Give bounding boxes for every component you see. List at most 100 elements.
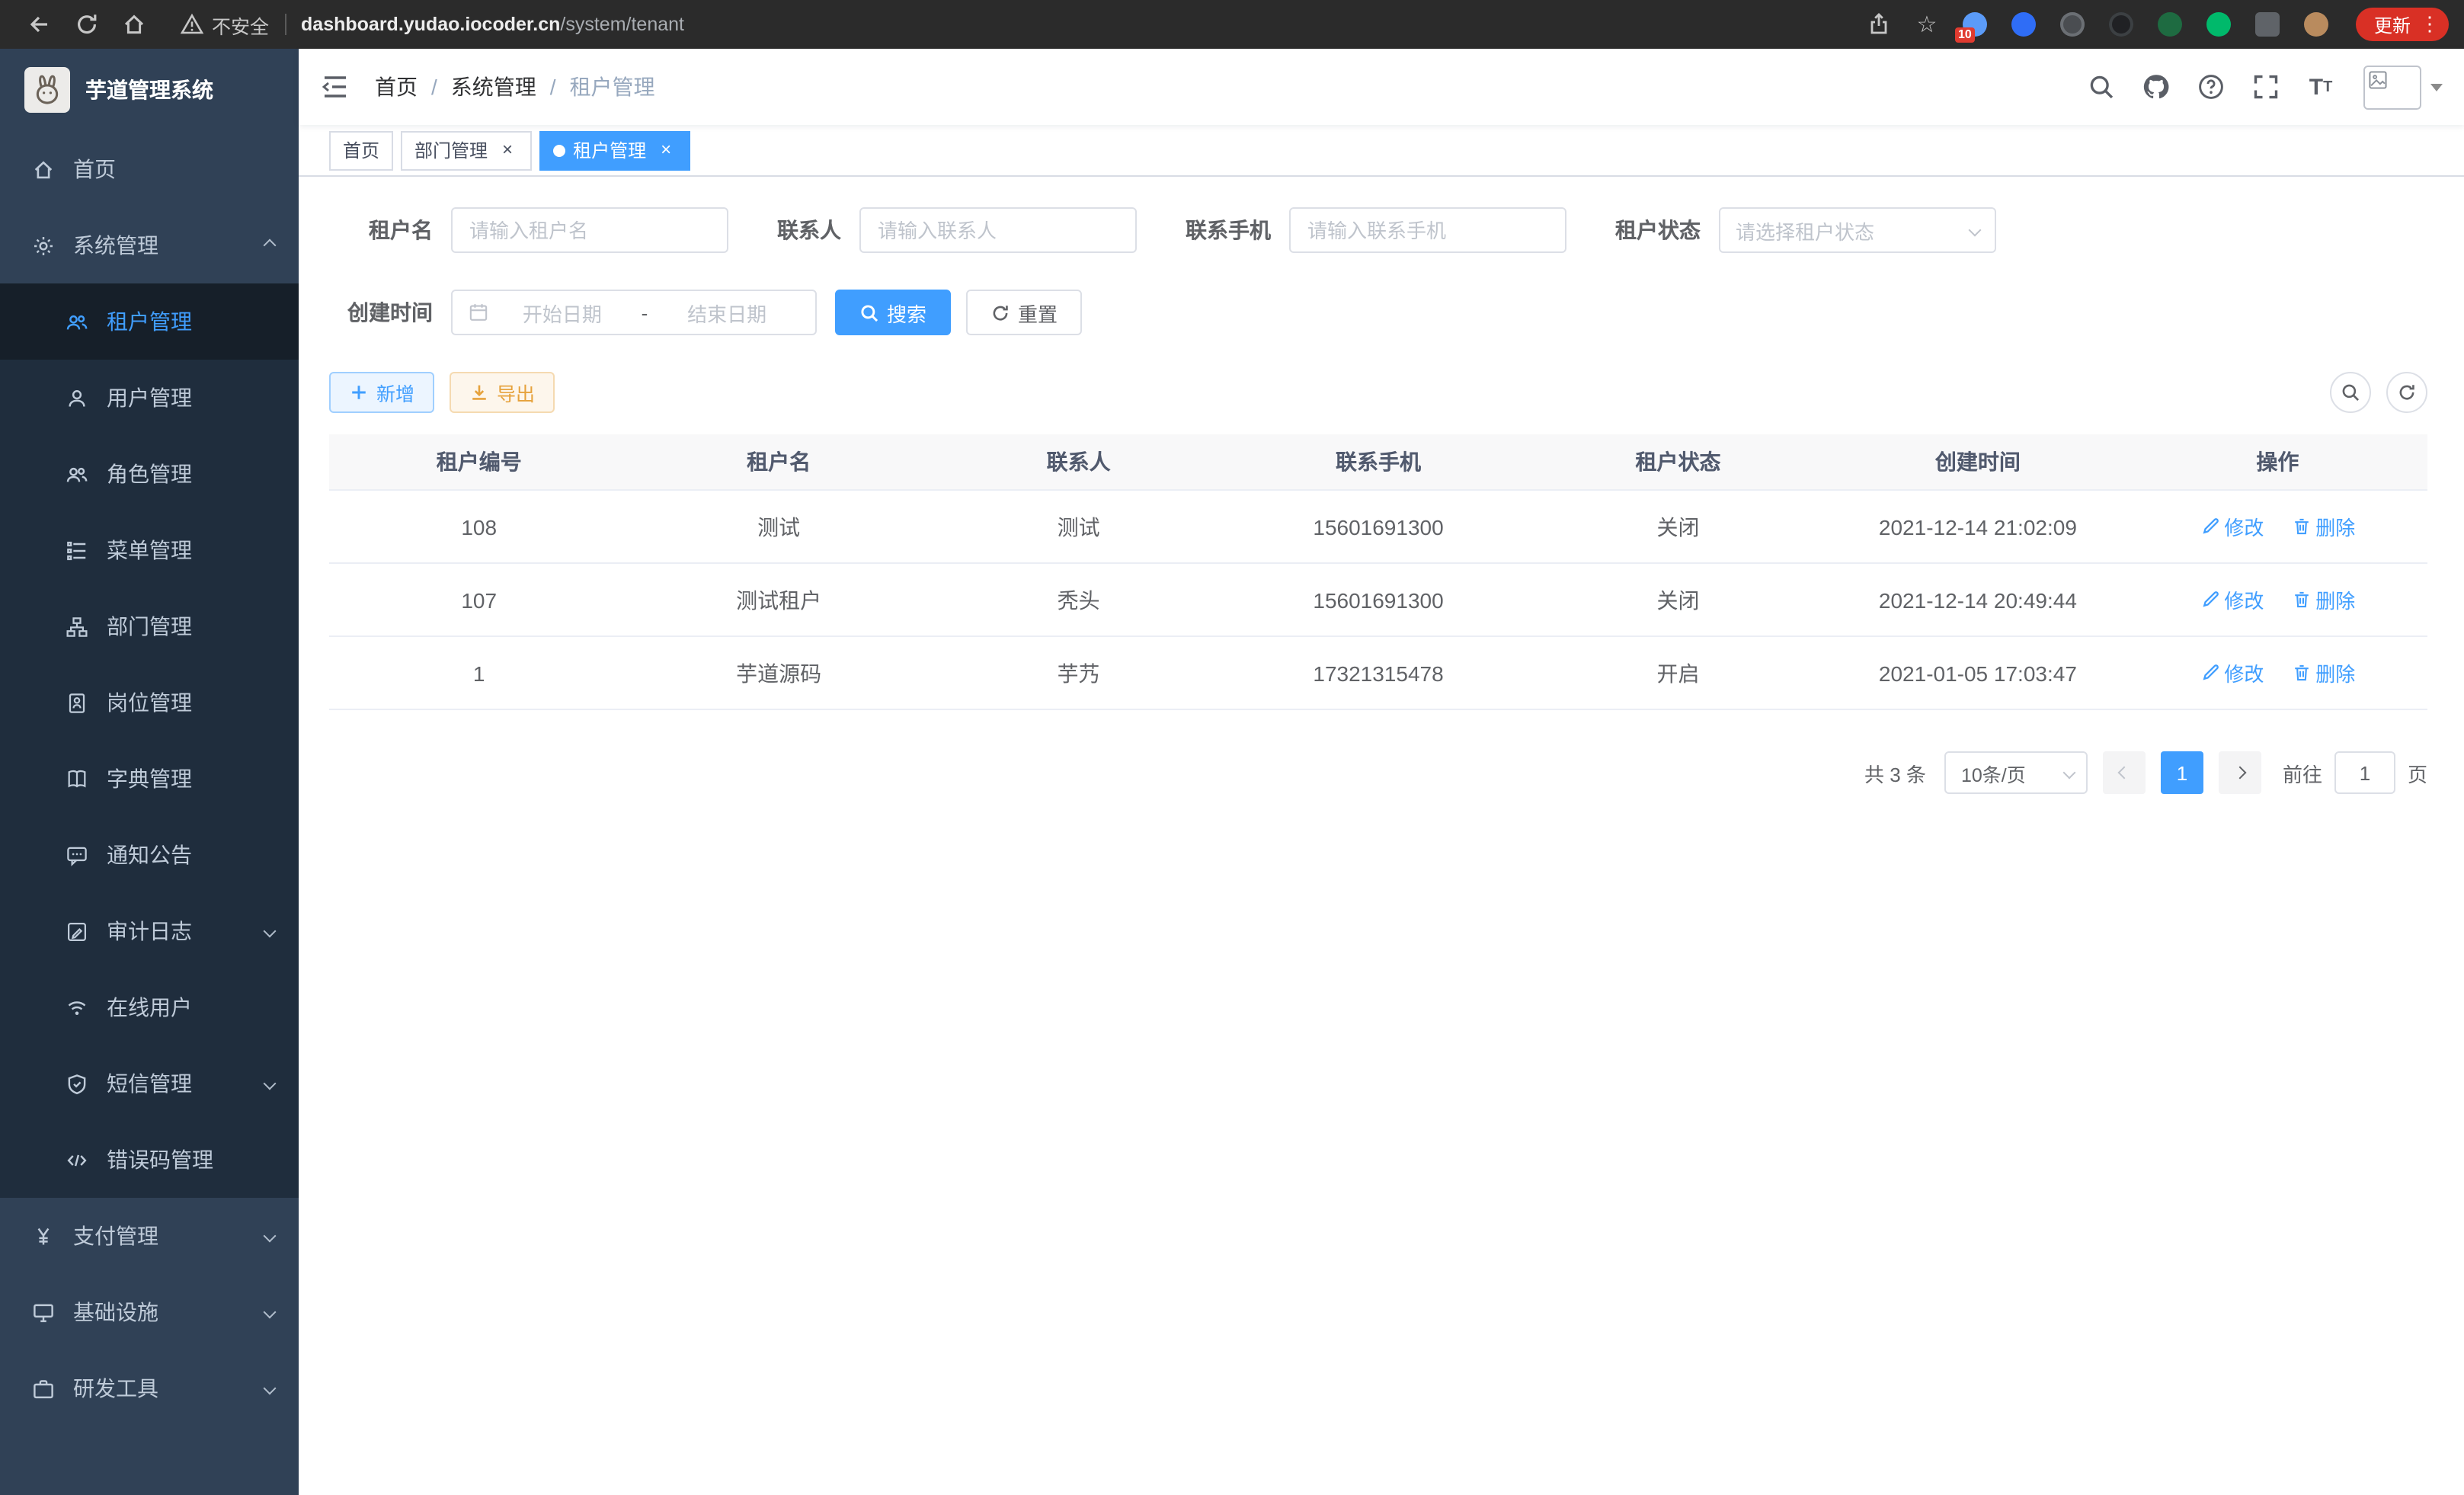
contact-input[interactable] (859, 207, 1137, 253)
sidebar-item-position-management[interactable]: 岗位管理 (0, 664, 299, 741)
avatar[interactable] (2363, 65, 2421, 109)
cell-status: 关闭 (1528, 511, 1828, 542)
add-button[interactable]: 新增 (329, 372, 434, 413)
sidebar-item-sms-management[interactable]: 短信管理 (0, 1045, 299, 1122)
site-security-zone[interactable]: 不安全 dashboard.yudao.iocoder.cn/system/te… (178, 10, 684, 39)
sidebar-item-department-management[interactable]: 部门管理 (0, 588, 299, 664)
breadcrumb-home[interactable]: 首页 (375, 72, 418, 102)
reset-button[interactable]: 重置 (966, 290, 1082, 335)
toggle-search-button[interactable] (2330, 372, 2371, 413)
rabbit-logo-icon (24, 67, 70, 113)
sidebar-item-infrastructure[interactable]: 基础设施 (0, 1274, 299, 1350)
cell-phone: 17321315478 (1228, 661, 1528, 685)
refresh-table-button[interactable] (2386, 372, 2427, 413)
font-size-icon[interactable]: TT (2306, 72, 2336, 102)
sidebar-item-dictionary-management[interactable]: 字典管理 (0, 741, 299, 817)
sidebar-item-menu-management[interactable]: 菜单管理 (0, 512, 299, 588)
cell-phone: 15601691300 (1228, 587, 1528, 612)
pagination: 共 3 条 10条/页 1 前往 页 (329, 751, 2427, 824)
sidebar-item-role-management[interactable]: 角色管理 (0, 436, 299, 512)
extension-icon[interactable] (2158, 12, 2182, 37)
search-icon[interactable] (2086, 72, 2117, 102)
table-row: 107 测试租户 秃头 15601691300 关闭 2021-12-14 20… (329, 564, 2427, 637)
phone-input[interactable] (1289, 207, 1566, 253)
column-header: 租户名 (629, 447, 928, 477)
warning-triangle-icon (178, 11, 204, 37)
edit-link[interactable]: 修改 (2200, 585, 2264, 614)
browser-update-button[interactable]: 更新 ⋮ (2356, 8, 2449, 41)
tab-department-management[interactable]: 部门管理 × (401, 130, 532, 170)
sidebar-item-tenant-management[interactable]: 租户管理 (0, 283, 299, 360)
back-icon[interactable] (26, 11, 52, 37)
edit-link[interactable]: 修改 (2200, 512, 2264, 541)
breadcrumb: 首页 / 系统管理 / 租户管理 (375, 72, 655, 102)
cell-actions: 修改 删除 (2128, 658, 2427, 687)
bookmark-star-icon[interactable]: ☆ (1914, 11, 1940, 37)
delete-link[interactable]: 删除 (2291, 512, 2355, 541)
help-icon[interactable] (2196, 72, 2226, 102)
breadcrumb-current: 租户管理 (570, 72, 655, 102)
github-icon[interactable] (2141, 72, 2171, 102)
sidebar-item-home[interactable]: 首页 (0, 131, 299, 207)
sidebar-item-error-code-management[interactable]: 错误码管理 (0, 1122, 299, 1198)
sidebar-item-notice-announcement[interactable]: 通知公告 (0, 817, 299, 893)
page-1-button[interactable]: 1 (2161, 751, 2203, 794)
date-range-picker[interactable]: 开始日期 - 结束日期 (451, 290, 817, 335)
column-header: 租户编号 (329, 447, 629, 477)
extension-icon[interactable] (2109, 12, 2133, 37)
sidebar-item-audit-log[interactable]: 审计日志 (0, 893, 299, 969)
search-button[interactable]: 搜索 (835, 290, 951, 335)
prev-page-button[interactable] (2103, 751, 2146, 794)
next-page-button[interactable] (2219, 751, 2261, 794)
tab-tenant-management[interactable]: 租户管理 × (539, 130, 690, 170)
home-icon[interactable] (120, 11, 146, 37)
chevron-right-icon (2233, 767, 2246, 780)
cell-contact: 秃头 (929, 584, 1228, 615)
download-icon (469, 383, 489, 402)
tenant-name-input[interactable] (451, 207, 728, 253)
page-suffix-label: 页 (2408, 758, 2427, 787)
status-select[interactable]: 请选择租户状态 (1719, 207, 1996, 253)
extension-icon[interactable]: 10 (1963, 12, 1987, 37)
chevron-down-icon[interactable] (2430, 83, 2443, 91)
pencil-icon (2200, 590, 2219, 610)
sidebar-item-system-management[interactable]: 系统管理 (0, 207, 299, 283)
browser-menu-icon[interactable]: ⋮ (2420, 12, 2440, 37)
close-icon[interactable]: × (655, 139, 677, 161)
tab-home[interactable]: 首页 (329, 130, 393, 170)
breadcrumb-system[interactable]: 系统管理 (451, 72, 536, 102)
app-logo-area[interactable]: 芋道管理系统 (0, 49, 299, 131)
address-bar[interactable]: dashboard.yudao.iocoder.cn/system/tenant (301, 14, 684, 35)
share-icon[interactable] (1867, 11, 1893, 37)
sidebar-item-user-management[interactable]: 用户管理 (0, 360, 299, 436)
table-row: 108 测试 测试 15601691300 关闭 2021-12-14 21:0… (329, 491, 2427, 564)
sidebar-item-online-users[interactable]: 在线用户 (0, 969, 299, 1045)
profile-avatar-icon[interactable] (2304, 12, 2328, 37)
cell-created: 2021-12-14 21:02:09 (1828, 514, 2127, 539)
extension-icon[interactable] (2011, 12, 2036, 37)
chevron-left-icon (2117, 767, 2130, 780)
goto-page-input[interactable] (2334, 751, 2395, 794)
cell-contact: 芋艿 (929, 658, 1228, 688)
search-icon (859, 303, 879, 322)
delete-link[interactable]: 删除 (2291, 585, 2355, 614)
sidebar-item-payment-management[interactable]: 支付管理 (0, 1198, 299, 1274)
tenant-users-icon (64, 309, 88, 334)
sidebar-item-dev-tools[interactable]: 研发工具 (0, 1350, 299, 1426)
extension-icon[interactable] (2255, 12, 2280, 37)
close-icon[interactable]: × (497, 139, 518, 161)
delete-link[interactable]: 删除 (2291, 658, 2355, 687)
wifi-signal-icon (64, 995, 88, 1020)
page-size-select[interactable]: 10条/页 (1944, 751, 2088, 794)
extension-icon[interactable] (2060, 12, 2085, 37)
start-date-placeholder: 开始日期 (489, 298, 635, 327)
export-button[interactable]: 导出 (450, 372, 555, 413)
reload-icon[interactable] (73, 11, 99, 37)
edit-link[interactable]: 修改 (2200, 658, 2264, 687)
trash-icon (2291, 517, 2311, 536)
cell-phone: 15601691300 (1228, 514, 1528, 539)
extension-icon[interactable] (2206, 12, 2231, 37)
fullscreen-icon[interactable] (2251, 72, 2281, 102)
sidebar-fold-icon[interactable] (320, 72, 350, 102)
filter-form-row-1: 租户名 联系人 联系手机 租户状态 (329, 207, 2427, 253)
